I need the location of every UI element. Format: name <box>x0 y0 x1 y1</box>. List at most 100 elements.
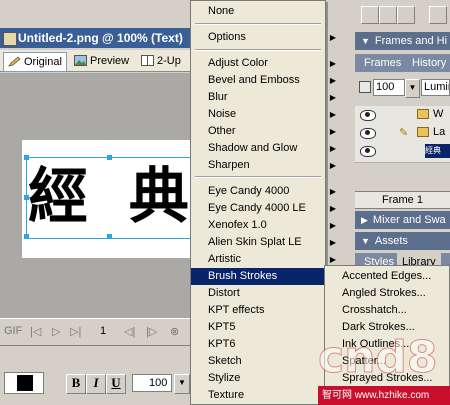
frames-history-header[interactable]: ▼ Frames and Hi <box>355 32 450 50</box>
menu-item-bevel-and-emboss[interactable]: Bevel and Emboss ▶ <box>191 72 342 89</box>
tab-2-up[interactable]: 2-Up <box>137 52 185 70</box>
prev-icon[interactable]: ◁| <box>124 325 135 338</box>
menu-separator <box>195 23 321 25</box>
watermark-logo: cnd8 <box>318 332 439 384</box>
size-field[interactable]: 100 <box>132 374 172 392</box>
submenu-arrow-icon: ▶ <box>329 221 336 230</box>
collapse-triangle-icon: ▼ <box>361 36 370 46</box>
menu-item-brush-strokes[interactable]: Brush Strokes▶ <box>191 268 342 285</box>
submenu-item-angled-strokes[interactable]: Angled Strokes... <box>325 285 450 302</box>
italic-button[interactable]: I <box>86 374 106 394</box>
menu-item-eye-candy-4000-le[interactable]: Eye Candy 4000 LE ▶ <box>191 200 342 217</box>
submenu-arrow-icon: ▶ <box>329 204 336 213</box>
panel-toolbar <box>355 0 450 28</box>
opacity-dropdown[interactable]: ▼ <box>405 79 420 98</box>
submenu-arrow-icon: ▶ <box>329 161 336 170</box>
effects-context-menu: None Options ▶ Adjust Color ▶ Bevel and Embos… <box>190 0 342 405</box>
document-title-bar[interactable]: Untitled-2.png @ 100% (Text) <box>0 28 190 48</box>
opacity-field[interactable]: 100 <box>373 79 405 96</box>
folder-icon <box>417 109 429 119</box>
selection-handle[interactable] <box>24 155 29 160</box>
layer-row[interactable]: W <box>355 106 450 125</box>
document-title: Untitled-2.png @ 100% (Text) <box>18 31 183 45</box>
tab-history[interactable]: History <box>407 54 450 72</box>
tab-original[interactable]: Original <box>3 52 67 72</box>
layer-spacer <box>355 163 450 191</box>
pencil-icon: ✎ <box>399 127 409 139</box>
panel-tool-icon[interactable] <box>429 6 447 24</box>
panel-tool-icon[interactable] <box>397 6 415 24</box>
selection-handle[interactable] <box>24 234 29 239</box>
blend-mode-select[interactable]: Lumin <box>421 79 450 96</box>
stop-icon[interactable]: ⊗ <box>170 325 179 338</box>
preview-icon <box>74 55 87 66</box>
menu-item-blur[interactable]: Blur ▶ <box>191 89 342 106</box>
bold-button[interactable]: B <box>66 374 86 394</box>
folder-icon <box>417 127 429 137</box>
submenu-arrow-icon: ▶ <box>329 187 336 196</box>
menu-item-alien-skin-splat-le[interactable]: Alien Skin Splat LE ▶ <box>191 234 342 251</box>
size-dropdown-button[interactable]: ▼ <box>174 374 190 394</box>
layer-row-selected[interactable]: 經典 <box>355 142 450 163</box>
menu-separator <box>195 176 321 178</box>
layer-row[interactable]: ✎ La <box>355 124 450 143</box>
first-frame-icon[interactable]: |◁ <box>30 325 41 338</box>
play-icon[interactable]: ▷ <box>52 325 60 338</box>
menu-item-sharpen[interactable]: Sharpen ▶ <box>191 157 342 174</box>
collapse-triangle-icon: ▼ <box>361 236 370 246</box>
submenu-arrow-icon: ▶ <box>329 33 336 42</box>
view-tabs: Original Preview 2-Up <box>0 50 190 72</box>
assets-header[interactable]: ▼ Assets <box>355 232 450 250</box>
selection-box[interactable] <box>24 155 192 239</box>
property-inspector: B I U 100 ▼ <box>0 345 190 405</box>
watermark-text: 智可网 www.hzhike.com <box>318 386 450 405</box>
layer-options-row: 100 ▼ Lumin <box>355 76 450 104</box>
menu-item-artistic[interactable]: Artistic ▶ <box>191 251 342 268</box>
fill-color-swatch[interactable] <box>17 375 33 391</box>
menu-item-other[interactable]: Other ▶ <box>191 123 342 140</box>
menu-item-noise[interactable]: Noise ▶ <box>191 106 342 123</box>
submenu-arrow-icon: ▶ <box>329 238 336 247</box>
menu-item-none[interactable]: None <box>191 3 342 20</box>
submenu-arrow-icon: ▶ <box>329 110 336 119</box>
menu-item-adjust-color[interactable]: Adjust Color ▶ <box>191 55 342 72</box>
selection-handle[interactable] <box>107 155 112 160</box>
frame-label[interactable]: Frame 1 <box>355 191 450 209</box>
mixer-swatches-header[interactable]: ▶ Mixer and Swa <box>355 211 450 229</box>
submenu-arrow-icon: ▶ <box>329 93 336 102</box>
submenu-arrow-icon: ▶ <box>329 76 336 85</box>
eye-icon[interactable] <box>360 146 376 157</box>
next-frame-icon[interactable]: ▷| <box>70 325 81 338</box>
selection-handle[interactable] <box>107 234 112 239</box>
two-up-icon <box>141 55 154 66</box>
pencil-icon <box>8 56 21 67</box>
tab-preview[interactable]: Preview <box>70 52 133 70</box>
frames-tabs: Frames History <box>355 54 450 72</box>
submenu-item-accented-edges[interactable]: Accented Edges... <box>325 268 450 285</box>
next-icon[interactable]: |▷ <box>146 325 157 338</box>
expand-triangle-icon: ▶ <box>361 215 368 225</box>
tab-frames[interactable]: Frames <box>359 54 406 72</box>
fill-swatch-box[interactable] <box>4 372 44 394</box>
playback-bar: GIF |◁ ▷ ▷| 1 ◁| |▷ ⊗ <box>0 318 190 344</box>
underline-button[interactable]: U <box>106 374 126 394</box>
layer-thumbnail: 經典 <box>425 144 450 158</box>
frame-number: 1 <box>100 325 107 337</box>
menu-item-eye-candy-4000[interactable]: Eye Candy 4000 ▶ <box>191 183 342 200</box>
panel-tool-icon[interactable] <box>379 6 397 24</box>
eye-icon[interactable] <box>360 110 376 121</box>
eye-icon[interactable] <box>360 128 376 139</box>
submenu-arrow-icon: ▶ <box>329 59 336 68</box>
submenu-arrow-icon: ▶ <box>329 127 336 136</box>
menu-item-xenofex-1-0[interactable]: Xenofex 1.0 ▶ <box>191 217 342 234</box>
menu-item-distort[interactable]: Distort▶ <box>191 285 342 302</box>
menu-separator <box>195 49 321 51</box>
selection-handle[interactable] <box>24 195 29 200</box>
submenu-item-crosshatch[interactable]: Crosshatch... <box>325 302 450 319</box>
layer-options-icon[interactable] <box>359 81 371 93</box>
panel-tool-icon[interactable] <box>361 6 379 24</box>
menu-item-kpt-effects[interactable]: KPT effects▶ <box>191 302 342 319</box>
menu-item-options[interactable]: Options ▶ <box>191 29 342 46</box>
gif-label: GIF <box>4 325 23 337</box>
menu-item-shadow-and-glow[interactable]: Shadow and Glow ▶ <box>191 140 342 157</box>
